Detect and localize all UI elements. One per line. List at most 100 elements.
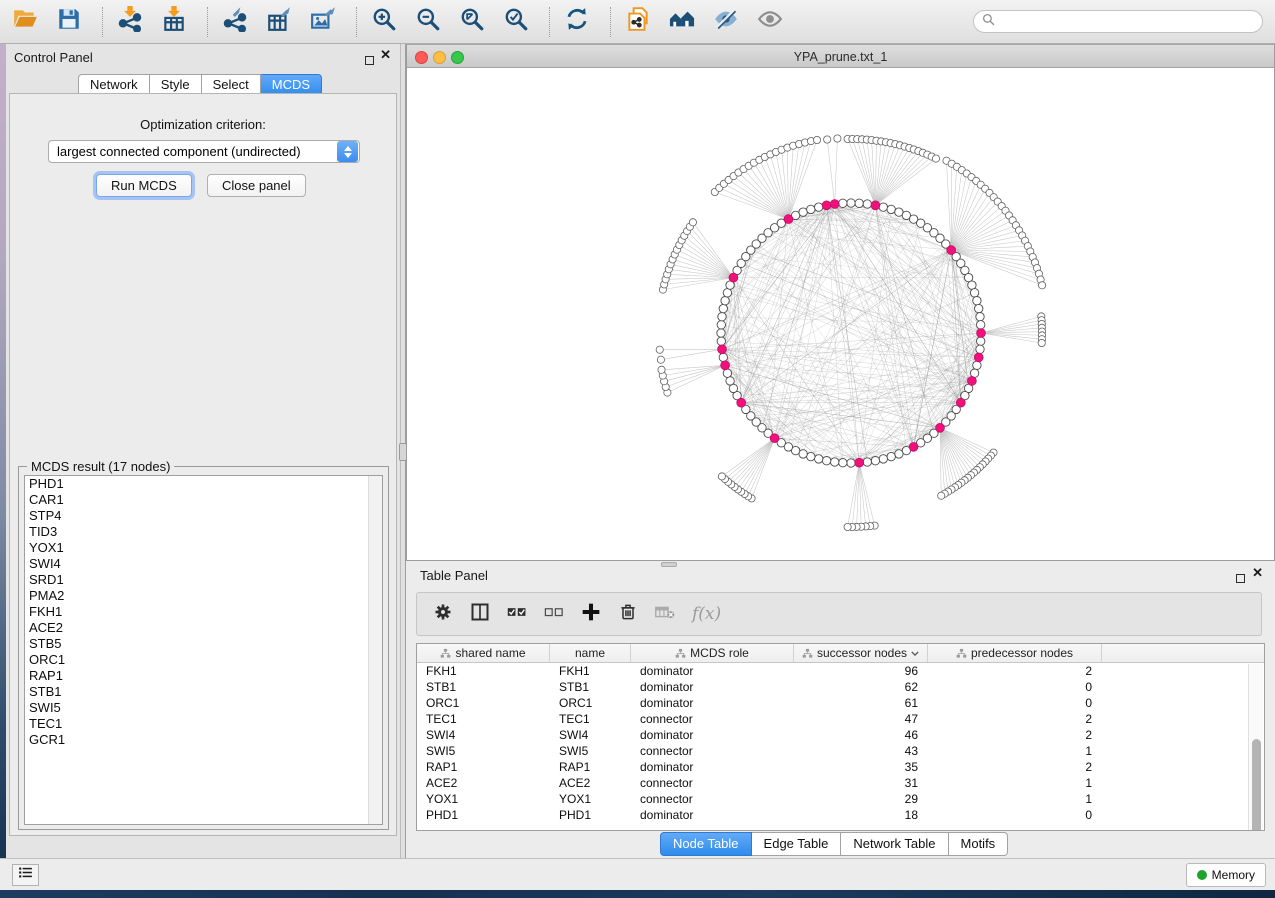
cytopanel-toggle-button[interactable] (12, 864, 39, 886)
network-node[interactable] (844, 523, 851, 530)
table-cell[interactable]: dominator (631, 760, 794, 774)
table-row[interactable]: YOX1YOX1connector291 (417, 791, 1264, 807)
table-cell[interactable]: dominator (631, 808, 794, 822)
table-cell[interactable]: SWI5 (417, 744, 550, 758)
network-node[interactable] (830, 200, 839, 209)
network-node[interactable] (956, 398, 965, 407)
open-file-button[interactable] (10, 7, 40, 37)
table-cell[interactable]: 2 (928, 760, 1102, 774)
zoom-in-button[interactable] (369, 7, 399, 37)
table-cell[interactable]: SWI4 (550, 728, 631, 742)
network-node[interactable] (721, 361, 730, 370)
column-header-successor-nodes[interactable]: successor nodes (794, 644, 928, 662)
table-cell[interactable]: YOX1 (550, 792, 631, 806)
float-panel-icon[interactable] (365, 52, 374, 70)
table-cell[interactable]: dominator (631, 664, 794, 678)
table-cell[interactable]: 62 (794, 680, 928, 694)
mcds-result-item[interactable]: ACE2 (25, 620, 382, 636)
network-node[interactable] (976, 313, 984, 321)
network-node[interactable] (968, 377, 977, 386)
network-node[interactable] (813, 136, 820, 143)
network-node[interactable] (839, 459, 847, 467)
export-network-button[interactable] (220, 7, 250, 37)
network-node[interactable] (737, 398, 746, 407)
table-cell[interactable]: 1 (928, 792, 1102, 806)
network-node[interactable] (726, 377, 734, 385)
table-cell[interactable]: ACE2 (550, 776, 631, 790)
table-cell[interactable]: 43 (794, 744, 928, 758)
network-node[interactable] (977, 321, 985, 329)
table-row[interactable]: FKH1FKH1dominator962 (417, 663, 1264, 679)
table-cell[interactable]: connector (631, 744, 794, 758)
zoom-selected-button[interactable] (501, 7, 531, 37)
table-cell[interactable]: 2 (928, 728, 1102, 742)
mcds-result-item[interactable]: STP4 (25, 508, 382, 524)
table-row[interactable]: PHD1PHD1dominator180 (417, 807, 1264, 823)
network-node[interactable] (723, 289, 731, 297)
mcds-result-item[interactable]: ORC1 (25, 652, 382, 668)
table-cell[interactable]: 1 (928, 744, 1102, 758)
network-node[interactable] (658, 366, 665, 373)
table-cell[interactable]: RAP1 (417, 760, 550, 774)
save-session-button[interactable] (54, 7, 84, 37)
show-eye-button[interactable] (755, 7, 785, 37)
table-cell[interactable]: 0 (928, 808, 1102, 822)
network-node[interactable] (932, 155, 939, 162)
table-scrollbar-thumb[interactable] (1252, 739, 1261, 831)
network-node[interactable] (973, 297, 981, 305)
network-node[interactable] (1039, 282, 1046, 289)
search-input[interactable] (1000, 15, 1250, 29)
table-row[interactable]: SWI4SWI4dominator462 (417, 727, 1264, 743)
network-node[interactable] (839, 199, 847, 207)
import-network-button[interactable] (115, 7, 145, 37)
network-canvas[interactable] (407, 69, 1274, 560)
network-node[interactable] (970, 289, 978, 297)
network-node[interactable] (1038, 339, 1045, 346)
mcds-result-list[interactable]: PHD1CAR1STP4TID3YOX1SWI4SRD1PMA2FKH1ACE2… (24, 475, 383, 825)
network-node[interactable] (723, 369, 731, 377)
network-node[interactable] (863, 200, 871, 208)
show-columns-button[interactable] (507, 602, 527, 627)
table-cell[interactable]: 47 (794, 712, 928, 726)
network-node[interactable] (847, 199, 855, 207)
table-cell[interactable]: 96 (794, 664, 928, 678)
table-cell[interactable]: dominator (631, 680, 794, 694)
delete-table-button[interactable] (655, 602, 675, 627)
network-node[interactable] (657, 356, 664, 363)
table-cell[interactable]: connector (631, 792, 794, 806)
mcds-result-item[interactable]: GCR1 (25, 732, 382, 748)
table-cell[interactable]: STB1 (550, 680, 631, 694)
table-cell[interactable]: dominator (631, 696, 794, 710)
network-node[interactable] (718, 313, 726, 321)
mcds-result-item[interactable]: PMA2 (25, 588, 382, 604)
home-button[interactable] (667, 7, 697, 37)
mcds-result-item[interactable]: SRD1 (25, 572, 382, 588)
network-node[interactable] (938, 492, 945, 499)
refresh-button[interactable] (562, 7, 592, 37)
table-cell[interactable]: RAP1 (550, 760, 631, 774)
network-node[interactable] (909, 443, 918, 452)
network-node[interactable] (822, 457, 830, 465)
tab-motifs[interactable]: Motifs (949, 832, 1009, 856)
network-node[interactable] (656, 346, 663, 353)
network-node[interactable] (855, 199, 863, 207)
table-cell[interactable]: SWI5 (550, 744, 631, 758)
table-cell[interactable]: 0 (928, 696, 1102, 710)
tab-node-table[interactable]: Node Table (660, 832, 752, 856)
network-node[interactable] (968, 281, 976, 289)
table-cell[interactable]: connector (631, 712, 794, 726)
network-node[interactable] (719, 353, 727, 361)
table-settings-button[interactable] (433, 602, 453, 627)
search-box[interactable] (973, 10, 1263, 33)
import-table-button[interactable] (159, 7, 189, 37)
network-node[interactable] (947, 246, 956, 255)
mcds-result-item[interactable]: YOX1 (25, 540, 382, 556)
table-cell[interactable]: FKH1 (417, 664, 550, 678)
network-node[interactable] (729, 273, 738, 282)
table-cell[interactable]: 46 (794, 728, 928, 742)
table-cell[interactable]: YOX1 (417, 792, 550, 806)
column-header-name[interactable]: name (550, 644, 631, 662)
network-node[interactable] (879, 203, 887, 211)
network-node[interactable] (887, 452, 895, 460)
zoom-out-button[interactable] (413, 7, 443, 37)
